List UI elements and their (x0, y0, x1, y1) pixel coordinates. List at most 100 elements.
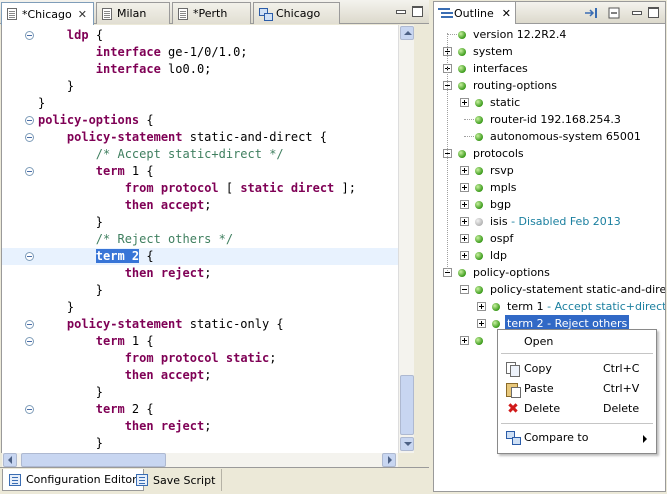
code-keyword: policy-statement (66, 317, 183, 331)
fold-toggle-icon[interactable] (25, 133, 34, 142)
fold-toggle-icon[interactable] (25, 320, 34, 329)
code-line[interactable]: ldp { (2, 27, 414, 44)
tree-node-label: policy-statement static-and-direct (490, 281, 665, 298)
tree-node-label: autonomous-system 65001 (490, 128, 641, 145)
code-keyword: policy-statement (66, 130, 183, 144)
code-line[interactable]: then accept; (2, 197, 414, 214)
fold-toggle-icon[interactable] (25, 252, 34, 261)
scroll-thumb[interactable] (21, 453, 166, 467)
menu-item-copy[interactable]: Copy Ctrl+C (499, 360, 655, 378)
expand-icon[interactable] (460, 200, 469, 209)
maximize-icon[interactable] (412, 6, 423, 17)
code-line[interactable]: } (2, 214, 414, 231)
scroll-right-icon[interactable] (382, 453, 396, 467)
scroll-up-icon[interactable] (400, 26, 414, 40)
enabled-status-icon (475, 286, 483, 294)
code-line[interactable]: from protocol [ static direct ]; (2, 180, 414, 197)
tab-milan[interactable]: Milan (96, 2, 170, 24)
minimize-icon[interactable] (395, 6, 406, 17)
collapse-all-icon[interactable] (608, 7, 621, 19)
tab-perth[interactable]: *Perth (172, 2, 251, 24)
code-line[interactable]: term 1 { (2, 163, 414, 180)
code-token: ; (204, 266, 212, 280)
code-text: then accept; (38, 367, 212, 384)
tab-label: Outline (454, 6, 494, 20)
code-line[interactable]: } (2, 384, 414, 401)
code-line[interactable]: /* Accept static+direct */ (2, 146, 414, 163)
enabled-status-icon (458, 65, 466, 73)
close-tab-icon[interactable]: ✕ (78, 8, 87, 21)
code-line[interactable]: then reject; (2, 265, 414, 282)
code-keyword: then (124, 266, 154, 280)
code-text: /* Accept static+direct */ (38, 146, 284, 163)
collapse-icon[interactable] (460, 285, 469, 294)
scroll-thumb[interactable] (400, 375, 414, 435)
menu-item-compare-to[interactable]: Compare to (499, 429, 655, 447)
tab-save-script[interactable]: Save Script (130, 469, 223, 491)
menu-item-paste[interactable]: Paste Ctrl+V (499, 380, 655, 398)
minimize-icon[interactable] (631, 7, 642, 18)
code-text: then accept; (38, 197, 212, 214)
code-text: then reject; (38, 418, 212, 435)
fold-toggle-icon[interactable] (25, 405, 34, 414)
code-line[interactable]: } (2, 299, 414, 316)
tree-connector (447, 34, 457, 35)
expand-icon[interactable] (460, 166, 469, 175)
scroll-down-icon[interactable] (400, 437, 414, 451)
tree-node-label: interfaces (473, 60, 528, 77)
fold-toggle-icon[interactable] (25, 167, 34, 176)
code-line[interactable]: term 2 { (2, 401, 414, 418)
maximize-icon[interactable] (648, 7, 659, 18)
code-line[interactable]: } (2, 78, 414, 95)
expand-icon[interactable] (460, 234, 469, 243)
code-keyword: term (95, 334, 125, 348)
document-icon (102, 7, 112, 20)
close-tab-icon[interactable]: ✕ (502, 7, 511, 20)
code-line[interactable]: term 2 { (2, 248, 414, 265)
code-line[interactable]: } (2, 95, 414, 112)
tree-node-label: routing-options (473, 77, 557, 94)
expand-icon[interactable] (460, 183, 469, 192)
code-line[interactable]: policy-statement static-only { (2, 316, 414, 333)
tab-compare-chicago[interactable]: Chicago (253, 2, 340, 24)
code-line[interactable]: policy-statement static-and-direct { (2, 129, 414, 146)
code-line[interactable]: /* Reject others */ (2, 231, 414, 248)
link-with-editor-icon[interactable] (585, 7, 598, 19)
vertical-scrollbar[interactable] (398, 25, 414, 453)
fold-toggle-icon[interactable] (25, 31, 34, 40)
tab-outline[interactable]: Outline ✕ (434, 2, 516, 24)
expand-icon[interactable] (460, 336, 469, 345)
code-keyword: from (124, 181, 154, 195)
scroll-left-icon[interactable] (3, 453, 17, 467)
expand-icon[interactable] (460, 251, 469, 260)
tab-configuration-editor[interactable]: Configuration Editor (2, 469, 144, 491)
menu-item-delete[interactable]: ✖ Delete Delete (499, 400, 655, 418)
expand-icon[interactable] (460, 98, 469, 107)
menu-item-open[interactable]: Open (499, 333, 655, 351)
tab-chicago-dirty[interactable]: *Chicago ✕ (1, 2, 94, 25)
code-text: from protocol [ static direct ]; (38, 180, 356, 197)
code-text: policy-statement static-only { (38, 316, 284, 333)
copy-icon (506, 362, 520, 377)
menu-item-shortcut: Delete (603, 402, 640, 415)
menu-item-label: Copy (524, 362, 552, 375)
tree-node-text: rsvp (490, 164, 514, 177)
fold-toggle-icon[interactable] (25, 116, 34, 125)
code-editor[interactable]: ldp { interface ge-1/0/1.0; interface lo… (1, 25, 414, 453)
code-line[interactable]: } (2, 282, 414, 299)
fold-toggle-icon[interactable] (25, 337, 34, 346)
code-line[interactable]: interface ge-1/0/1.0; (2, 44, 414, 61)
code-line[interactable]: from protocol static; (2, 350, 414, 367)
expand-icon[interactable] (460, 217, 469, 226)
code-line[interactable]: then accept; (2, 367, 414, 384)
code-line[interactable]: policy-options { (2, 112, 414, 129)
expand-icon[interactable] (477, 319, 486, 328)
code-line[interactable]: term 1 { (2, 333, 414, 350)
code-keyword: accept (160, 198, 205, 212)
expand-icon[interactable] (477, 302, 486, 311)
code-line[interactable]: interface lo0.0; (2, 61, 414, 78)
code-line[interactable]: } (2, 435, 414, 452)
horizontal-scrollbar[interactable] (2, 453, 398, 467)
code-line[interactable]: then reject; (2, 418, 414, 435)
